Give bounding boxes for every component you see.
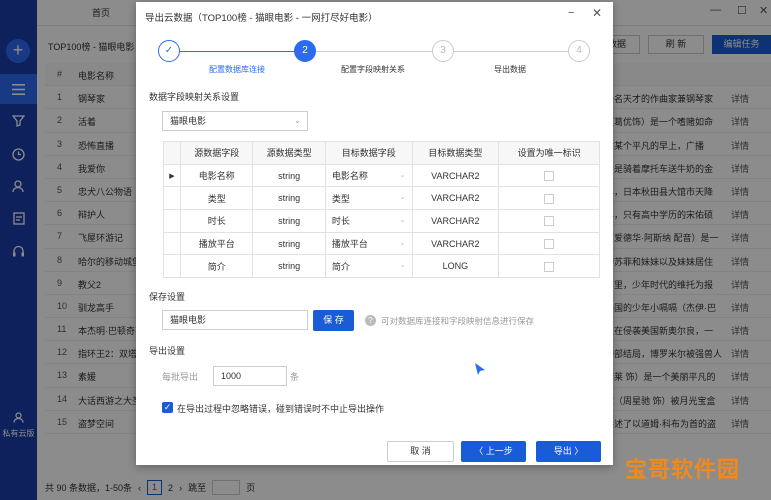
chevron-down-icon: ⌄ (399, 217, 406, 225)
export-section-title: 导出设置 (149, 346, 186, 356)
batch-unit: 条 (290, 372, 300, 382)
dialog-title: 导出云数据（TOP100榜 - 猫眼电影 - 一网打尽好电影） (145, 13, 378, 24)
source-field: 电影名称 (179, 163, 254, 188)
export-label: 导出 (553, 446, 572, 456)
export-dialog: 导出云数据（TOP100榜 - 猫眼电影 - 一网打尽好电影） − ✕ ✓ 2 … (136, 2, 613, 465)
chevron-down-icon: ⌄ (399, 239, 406, 247)
batch-size-input[interactable]: 1000 (213, 366, 287, 386)
step-indicator: ✓ 2 3 4 配置数据库连接 配置字段映射关系 导出数据 (136, 40, 613, 80)
target-field-value: 播放平台 (331, 239, 368, 250)
target-type: VARCHAR2 (411, 186, 500, 211)
unique-cell (498, 231, 600, 256)
row-indicator (163, 254, 181, 279)
step-connector (454, 51, 568, 52)
chevron-left-icon: 〈 (474, 446, 486, 456)
mouse-cursor-icon (475, 363, 485, 375)
cancel-button[interactable]: 取 消 (387, 441, 454, 462)
column-header-target-field: 目标数据字段 (324, 141, 413, 165)
unique-cell (498, 163, 600, 188)
mapping-section-title: 数据字段映射关系设置 (149, 92, 240, 102)
mapping-row: 时长 string 时长 ⌄ VARCHAR2 (163, 209, 600, 233)
row-indicator (163, 186, 181, 211)
row-indicator-header (163, 141, 181, 165)
batch-label: 每批导出 (162, 372, 199, 382)
source-type: string (252, 231, 326, 256)
mapping-row: 播放平台 string 播放平台 ⌄ VARCHAR2 (163, 231, 600, 256)
row-indicator (163, 209, 181, 233)
help-icon[interactable]: ? (365, 315, 376, 326)
column-header-target-type: 目标数据类型 (411, 141, 500, 165)
chevron-down-icon: ⌄ (399, 171, 406, 179)
step-connector (180, 51, 294, 52)
step-2-label: 配置字段映射关系 (341, 65, 405, 74)
target-field-value: 时长 (331, 216, 350, 227)
chevron-down-icon: ⌄ (399, 194, 406, 202)
unique-cell (498, 186, 600, 211)
save-hint: 可对数据库连接和字段映射信息进行保存 (381, 316, 535, 326)
watermark-logo: 宝哥软件园 (625, 457, 741, 482)
target-field-select[interactable]: 电影名称 ⌄ (324, 163, 413, 188)
step-1-check-icon: ✓ (158, 40, 180, 62)
step-3: 3 (432, 40, 454, 62)
column-header-unique: 设置为唯一标识 (498, 141, 600, 165)
source-select[interactable]: 猫眼电影 ⌄ (162, 111, 308, 131)
dialog-close-icon[interactable]: ✕ (592, 6, 602, 20)
source-select-value: 猫眼电影 (170, 116, 207, 126)
dialog-minimize-icon[interactable]: − (568, 7, 574, 19)
target-field-value: 简介 (331, 261, 350, 272)
target-field-select[interactable]: 简介 ⌄ (324, 254, 413, 279)
target-type: VARCHAR2 (411, 231, 500, 256)
source-type: string (252, 186, 326, 211)
ignore-errors-label: 在导出过程中忽略错误，碰到错误时不中止导出操作 (177, 404, 385, 414)
column-header-source-field: 源数据字段 (179, 141, 254, 165)
target-type: VARCHAR2 (411, 209, 500, 233)
unique-cell (498, 254, 600, 279)
target-field-select[interactable]: 播放平台 ⌄ (324, 231, 413, 256)
chevron-down-icon: ⌄ (294, 116, 301, 125)
step-4: 4 (568, 40, 590, 62)
export-button[interactable]: 导出 〉 (536, 441, 601, 462)
target-field-select[interactable]: 类型 ⌄ (324, 186, 413, 211)
row-indicator: ▶ (163, 163, 181, 188)
source-type: string (252, 163, 326, 188)
save-button[interactable]: 保 存 (313, 310, 354, 331)
target-type: LONG (411, 254, 500, 279)
save-section-title: 保存设置 (149, 292, 186, 302)
unique-checkbox[interactable] (544, 193, 555, 204)
mapping-row: 简介 string 简介 ⌄ LONG (163, 254, 600, 279)
step-connector (316, 51, 434, 52)
mapping-row: ▶ 电影名称 string 电影名称 ⌄ VARCHAR2 (163, 163, 600, 188)
unique-checkbox[interactable] (544, 238, 555, 249)
row-indicator (163, 231, 181, 256)
column-header-source-type: 源数据类型 (252, 141, 326, 165)
source-type: string (252, 254, 326, 279)
target-field-value: 类型 (331, 193, 350, 204)
mapping-table: 源数据字段 源数据类型 目标数据字段 目标数据类型 设置为唯一标识 ▶ 电影名称 s… (163, 141, 600, 279)
unique-checkbox[interactable] (544, 261, 555, 272)
ignore-errors-checkbox[interactable]: ✓ (162, 402, 173, 413)
step-3-label: 导出数据 (494, 65, 526, 74)
prev-step-label: 上一步 (485, 446, 513, 456)
source-type: string (252, 209, 326, 233)
target-field-select[interactable]: 时长 ⌄ (324, 209, 413, 233)
source-field: 时长 (179, 209, 254, 233)
step-2: 2 (294, 40, 316, 62)
save-name-input[interactable]: 猫眼电影 (162, 310, 308, 330)
step-1-label: 配置数据库连接 (209, 65, 265, 74)
source-field: 播放平台 (179, 231, 254, 256)
target-type: VARCHAR2 (411, 163, 500, 188)
source-field: 类型 (179, 186, 254, 211)
unique-checkbox[interactable] (544, 170, 555, 181)
chevron-right-icon: 〉 (571, 446, 584, 456)
prev-step-button[interactable]: 〈 上一步 (461, 441, 526, 462)
chevron-down-icon: ⌄ (399, 262, 406, 270)
unique-cell (498, 209, 600, 233)
mapping-row: 类型 string 类型 ⌄ VARCHAR2 (163, 186, 600, 211)
source-field: 简介 (179, 254, 254, 279)
target-field-value: 电影名称 (331, 171, 368, 182)
unique-checkbox[interactable] (544, 216, 555, 227)
